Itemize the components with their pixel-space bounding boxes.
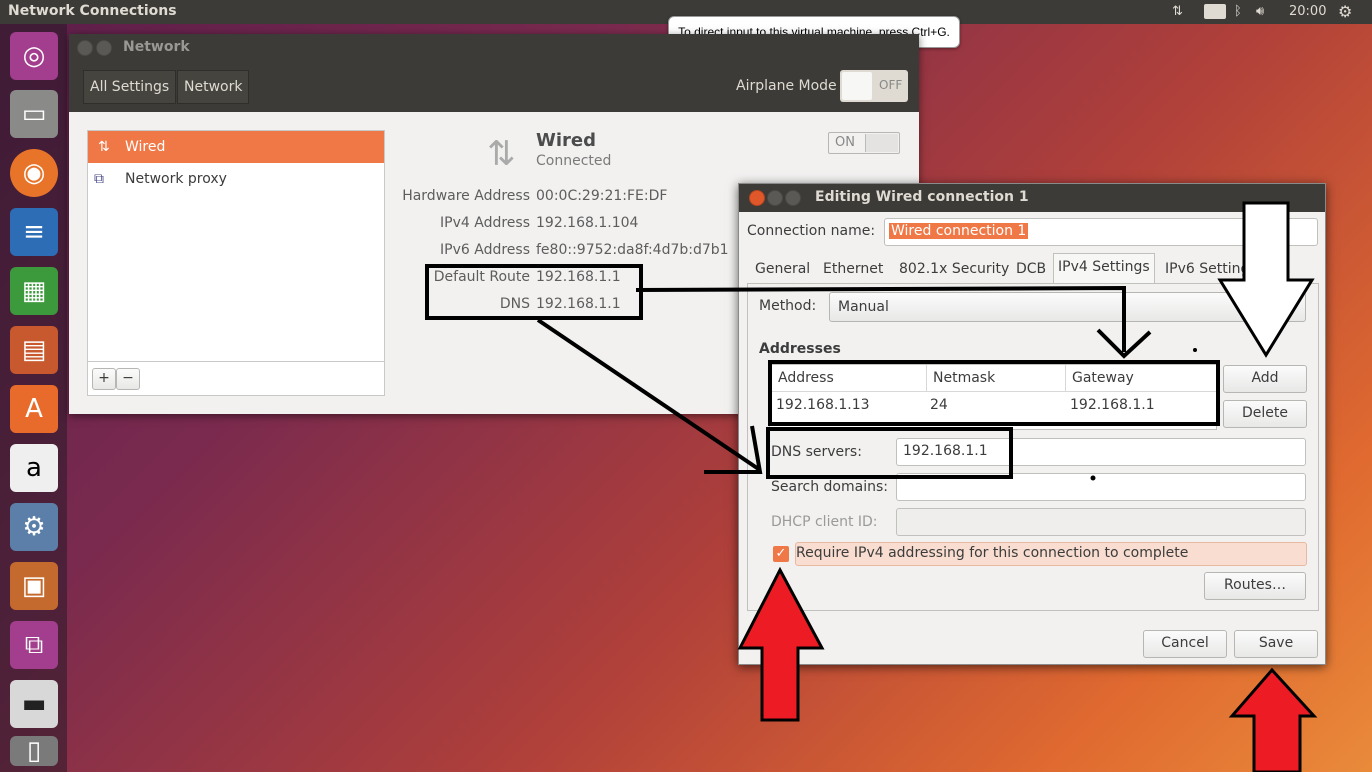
annotation-arrow-checkbox — [737, 566, 825, 722]
annotation-dot — [1090, 475, 1096, 481]
annotation-dot — [1193, 348, 1197, 352]
annotation-arrow-add — [1217, 201, 1315, 358]
annotation-line — [536, 318, 762, 472]
annotation-arrows — [536, 201, 1318, 772]
annotation-line — [635, 285, 1126, 352]
annotation-arrow-save — [1228, 667, 1318, 772]
